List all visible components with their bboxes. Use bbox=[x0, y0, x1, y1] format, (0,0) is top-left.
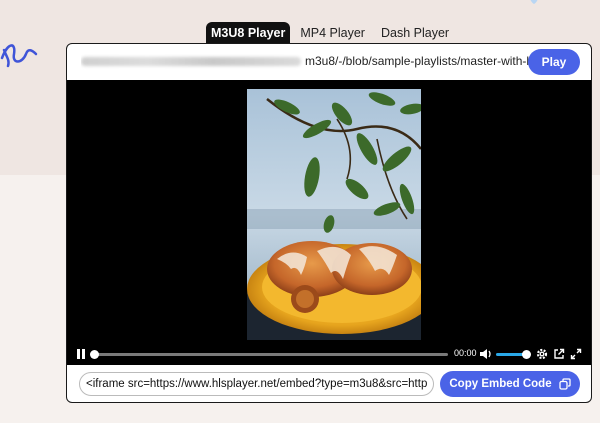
volume-icon[interactable] bbox=[479, 347, 492, 361]
seek-handle[interactable] bbox=[90, 350, 99, 359]
decorative-squiggle-icon bbox=[0, 44, 38, 68]
copy-embed-code-label: Copy Embed Code bbox=[449, 378, 552, 390]
player-tabs: M3U8 Player MP4 Player Dash Player bbox=[206, 22, 459, 44]
tab-m3u8-player[interactable]: M3U8 Player bbox=[206, 22, 291, 44]
stream-url-text: m3u8/-/blob/sample-playlists/master-with… bbox=[305, 54, 533, 68]
stream-url-input[interactable]: m3u8/-/blob/sample-playlists/master-with… bbox=[81, 54, 533, 70]
copy-icon bbox=[558, 378, 571, 390]
tab-mp4-player[interactable]: MP4 Player bbox=[294, 22, 371, 44]
current-time: 00:00 bbox=[454, 348, 477, 358]
pause-icon[interactable] bbox=[76, 347, 86, 361]
volume-handle[interactable] bbox=[522, 350, 531, 359]
fullscreen-icon[interactable] bbox=[570, 347, 582, 361]
player-panel: m3u8/-/blob/sample-playlists/master-with… bbox=[66, 43, 592, 403]
seek-bar[interactable] bbox=[94, 353, 448, 356]
settings-icon[interactable] bbox=[536, 347, 548, 361]
copy-embed-code-button[interactable]: Copy Embed Code bbox=[440, 371, 580, 397]
embed-row: Copy Embed Code bbox=[67, 365, 591, 402]
embed-code-input[interactable] bbox=[79, 372, 434, 396]
video-frame-image bbox=[247, 89, 421, 340]
tab-dash-player[interactable]: Dash Player bbox=[375, 22, 455, 44]
url-row: m3u8/-/blob/sample-playlists/master-with… bbox=[67, 44, 591, 80]
video-player[interactable]: 00:00 bbox=[67, 80, 591, 365]
decorative-blob-icon bbox=[530, 0, 538, 4]
external-link-icon[interactable] bbox=[553, 347, 565, 361]
url-redacted-part bbox=[81, 57, 301, 67]
player-controls: 00:00 bbox=[67, 343, 591, 365]
play-button[interactable]: Play bbox=[528, 49, 580, 75]
